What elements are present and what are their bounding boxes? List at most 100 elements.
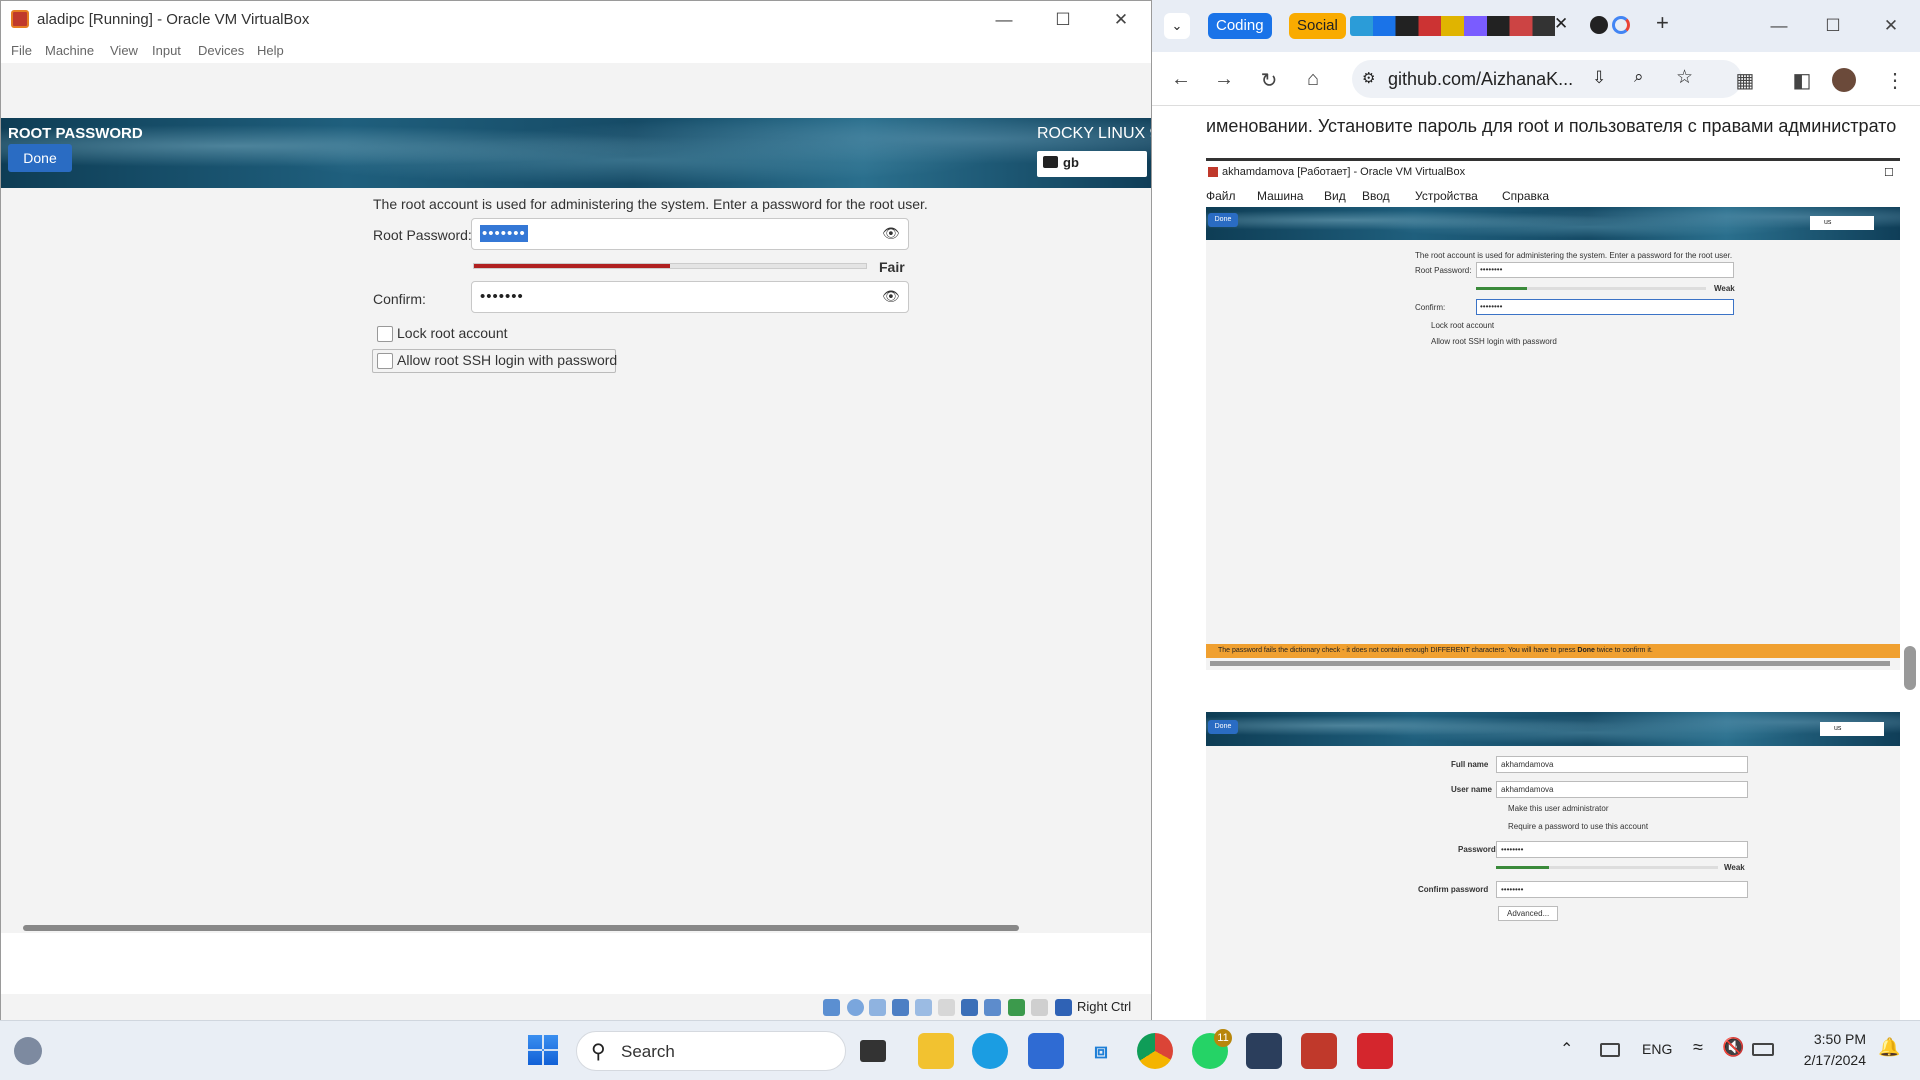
page-title: ROOT PASSWORD [8, 125, 143, 142]
embedded-root-password-value: •••••••• [1480, 265, 1503, 274]
tab-search-chevron-icon[interactable]: ⌄ [1164, 13, 1190, 39]
menu-file[interactable]: File [11, 43, 32, 58]
side-panel-icon[interactable]: ◧ [1789, 68, 1815, 93]
keyboard-layout-indicator[interactable]: gb [1037, 151, 1147, 177]
battery-icon[interactable] [1752, 1043, 1774, 1056]
minimize-icon[interactable]: — [981, 5, 1027, 35]
recording-icon[interactable] [984, 999, 1001, 1016]
eye-icon[interactable]: 👁 [882, 288, 900, 305]
ssh-login-checkbox[interactable] [377, 353, 393, 369]
page-vertical-scrollbar-thumb[interactable] [1904, 646, 1916, 690]
confirm-password-field[interactable]: ••••••• 👁 [471, 281, 909, 313]
vscode-icon[interactable]: ⧈ [1083, 1033, 1119, 1069]
cpu-icon[interactable] [1008, 999, 1025, 1016]
keyboard-capture-icon[interactable] [1055, 999, 1072, 1016]
menu-input[interactable]: Input [152, 43, 181, 58]
task-view-icon[interactable] [860, 1040, 886, 1062]
menu-help[interactable]: Help [257, 43, 284, 58]
ssh-option-frame[interactable]: Allow root SSH login with password [372, 349, 618, 373]
menu-view[interactable]: View [110, 43, 138, 58]
pinned-tab-favicons[interactable] [1350, 16, 1578, 36]
maximize-icon[interactable]: ☐ [1040, 5, 1086, 35]
menu-machine[interactable]: Machine [45, 43, 94, 58]
file-explorer-icon[interactable] [918, 1033, 954, 1069]
virtualbox-window: aladipc [Running] - Oracle VM VirtualBox… [0, 0, 1152, 1020]
reload-icon[interactable]: ↻ [1256, 68, 1282, 93]
ssh-login-label: Allow root SSH login with password [397, 352, 618, 368]
optical-drive-icon[interactable] [847, 999, 864, 1016]
new-tab-icon[interactable]: + [1656, 10, 1669, 36]
shared-folders-icon[interactable] [938, 999, 955, 1016]
extensions-icon[interactable]: ▦ [1732, 68, 1758, 93]
site-info-icon[interactable]: ⚙ [1362, 69, 1375, 87]
virtualbox-title-bar[interactable]: aladipc [Running] - Oracle VM VirtualBox… [1, 1, 1151, 39]
taskbar-search[interactable]: ⚲ Search [576, 1031, 846, 1071]
embedded2-user-name-label: User name [1451, 785, 1492, 794]
embedded-menu-file: Файл [1206, 189, 1236, 203]
minimize-icon[interactable]: — [1756, 11, 1802, 41]
done-button[interactable]: Done [8, 144, 72, 172]
close-icon[interactable]: ✕ [1098, 5, 1144, 35]
mouse-integration-icon[interactable] [1031, 999, 1048, 1016]
page-paragraph: именовании. Установите пароль для root и… [1206, 116, 1897, 136]
embedded-done-button: Done [1208, 213, 1238, 227]
maximize-icon[interactable]: ☐ [1810, 11, 1856, 41]
notification-bell-icon[interactable]: 🔔 [1878, 1037, 1900, 1058]
github-page[interactable]: именовании. Установите пароль для root и… [1152, 106, 1920, 1020]
install-app-icon[interactable]: ⇩ [1592, 68, 1606, 88]
bookmark-star-icon[interactable]: ☆ [1676, 66, 1693, 89]
clock-date[interactable]: 2/17/2024 [1790, 1052, 1866, 1068]
tray-chevron-icon[interactable]: ⌃ [1560, 1039, 1573, 1059]
back-icon[interactable]: ← [1168, 68, 1194, 91]
forward-icon[interactable]: → [1211, 68, 1237, 91]
embedded2-done-button: Done [1208, 720, 1238, 734]
volume-icon[interactable]: 🔇 [1722, 1037, 1744, 1058]
github-favicon[interactable] [1590, 16, 1608, 34]
close-icon[interactable]: ✕ [1868, 11, 1914, 41]
embedded2-confirm-field: •••••••• [1496, 881, 1748, 898]
lock-root-checkbox[interactable] [377, 326, 393, 342]
whatsapp-badge: 11 [1214, 1029, 1232, 1047]
display-icon[interactable] [961, 999, 978, 1016]
embedded2-advanced-button: Advanced... [1498, 906, 1559, 921]
tab-group-coding[interactable]: Coding [1208, 13, 1272, 39]
vm-horizontal-scrollbar[interactable] [23, 925, 1019, 931]
embedded-confirm-value: •••••••• [1480, 302, 1503, 311]
vm-display[interactable]: ROOT PASSWORD Done ROCKY LINUX 9 gb The … [1, 63, 1151, 933]
widgets-icon[interactable] [14, 1037, 42, 1065]
acrobat-icon[interactable] [1357, 1033, 1393, 1069]
url-text: github.com/AizhanaK... [1388, 69, 1574, 89]
virtualbox-taskbar-icon[interactable] [1301, 1033, 1337, 1069]
edge-icon[interactable] [972, 1033, 1008, 1069]
audio-icon[interactable] [869, 999, 886, 1016]
address-bar[interactable]: ⚙ github.com/AizhanaK... ⇩ ⌕ ☆ [1352, 60, 1742, 98]
confirm-label: Confirm: [373, 291, 426, 307]
tab-group-social[interactable]: Social [1289, 13, 1346, 39]
chrome-icon[interactable] [1137, 1033, 1173, 1069]
keyboard-layout-text: gb [1063, 155, 1079, 170]
language-indicator[interactable]: ENG [1642, 1041, 1672, 1057]
root-password-field[interactable]: ••••••• 👁 [471, 218, 909, 250]
embedded-lock-root-label: Lock root account [1431, 321, 1495, 330]
touch-keyboard-icon[interactable] [1600, 1043, 1620, 1057]
embedded-kb-indicator: us [1810, 216, 1874, 230]
host-key-label: Right Ctrl [1077, 999, 1132, 1014]
search-icon: ⚲ [591, 1041, 606, 1063]
wifi-icon[interactable]: ≈ [1693, 1037, 1703, 1058]
store-icon[interactable] [1028, 1033, 1064, 1069]
start-button[interactable] [528, 1035, 558, 1065]
profile-avatar[interactable] [1832, 68, 1856, 92]
chrome-menu-icon[interactable]: ⋮ [1882, 68, 1908, 93]
home-icon[interactable]: ⌂ [1300, 68, 1326, 91]
google-favicon[interactable] [1612, 16, 1630, 34]
eye-icon[interactable]: 👁 [882, 225, 900, 242]
network-icon[interactable] [892, 999, 909, 1016]
menu-devices[interactable]: Devices [198, 43, 244, 58]
active-tab-close-icon[interactable]: ✕ [1554, 14, 1568, 34]
usb-icon[interactable] [915, 999, 932, 1016]
3d-app-icon[interactable] [1246, 1033, 1282, 1069]
embedded2-confirm-label: Confirm password [1418, 885, 1489, 894]
hard-disk-icon[interactable] [823, 999, 840, 1016]
zoom-icon[interactable]: ⌕ [1634, 67, 1644, 87]
clock-time[interactable]: 3:50 PM [1800, 1031, 1866, 1047]
